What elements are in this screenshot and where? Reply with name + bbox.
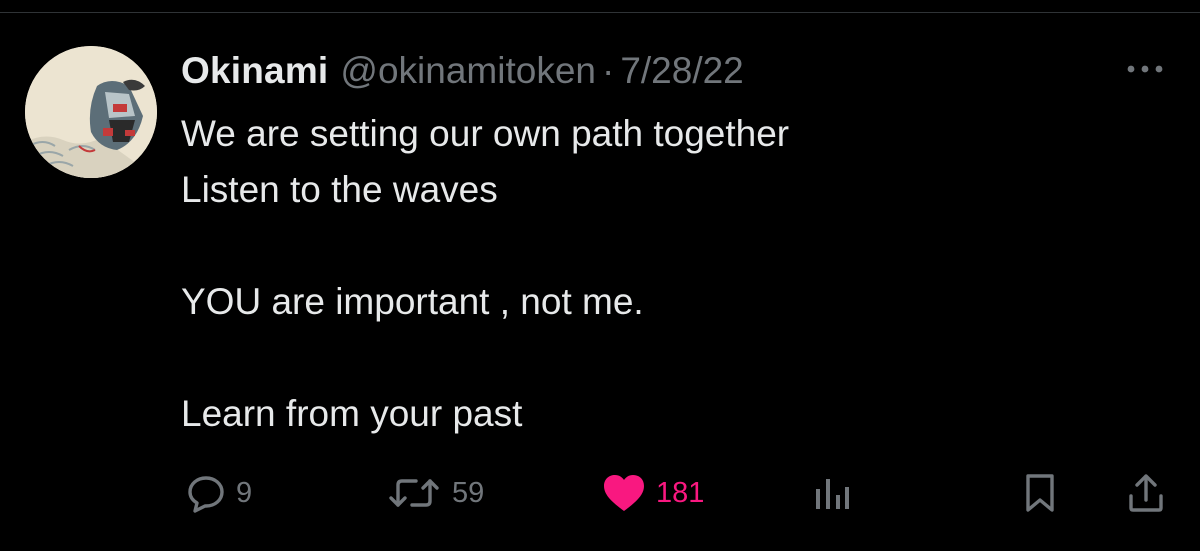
views-chart-icon bbox=[816, 479, 849, 509]
bookmark-icon bbox=[1026, 474, 1054, 512]
display-name[interactable]: Okinami bbox=[181, 50, 328, 92]
views-button[interactable] bbox=[812, 468, 852, 518]
user-handle[interactable]: @okinamitoken bbox=[340, 50, 596, 92]
retweet-icon bbox=[389, 479, 439, 507]
heart-icon bbox=[604, 475, 644, 511]
retweet-count: 59 bbox=[452, 476, 485, 509]
more-button[interactable] bbox=[1122, 56, 1168, 82]
like-button[interactable]: 181 bbox=[602, 468, 704, 518]
tweet-header: Okinami @okinamitoken · 7/28/22 bbox=[181, 48, 744, 94]
more-dots-icon bbox=[1127, 65, 1163, 73]
reply-icon bbox=[188, 476, 224, 513]
reply-count: 9 bbox=[236, 476, 253, 509]
bookmark-button[interactable] bbox=[1022, 468, 1058, 518]
share-button[interactable] bbox=[1126, 468, 1166, 518]
tweet-date[interactable]: 7/28/22 bbox=[620, 50, 743, 92]
retweet-button[interactable]: 59 bbox=[386, 468, 484, 518]
share-icon bbox=[1129, 474, 1163, 512]
tweet-text: We are setting our own path together Lis… bbox=[181, 113, 790, 434]
ukiyo-e-avatar-icon bbox=[25, 46, 157, 178]
reply-button[interactable]: 9 bbox=[186, 468, 252, 518]
separator-dot: · bbox=[601, 50, 615, 91]
like-count: 181 bbox=[656, 476, 705, 509]
top-divider bbox=[0, 12, 1200, 13]
avatar[interactable] bbox=[25, 46, 157, 178]
action-bar: 9 59 181 bbox=[0, 468, 1200, 518]
